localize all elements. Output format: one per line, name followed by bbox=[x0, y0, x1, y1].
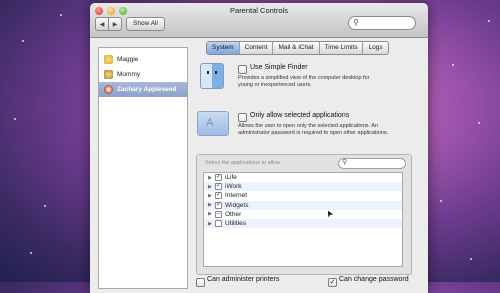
avatar bbox=[104, 70, 113, 79]
app-search-input[interactable]: ⚲ bbox=[338, 158, 406, 169]
disclosure-triangle-icon[interactable]: ▶ bbox=[206, 193, 214, 199]
disclosure-triangle-icon[interactable]: ▶ bbox=[206, 202, 214, 208]
only-allow-checkbox[interactable] bbox=[238, 113, 247, 122]
forward-icon[interactable]: ▶ bbox=[109, 17, 122, 31]
avatar bbox=[104, 55, 113, 64]
app-checkbox[interactable] bbox=[215, 220, 222, 228]
tab-mail-ichat[interactable]: Mail & iChat bbox=[272, 42, 318, 54]
application-list: ▶ ✓ iLife ▶ ✓ iWork ▶ ✓ Internet ▶ ✓ Wid… bbox=[203, 172, 403, 267]
user-name: Mommy bbox=[117, 71, 141, 78]
app-label: Widgets bbox=[225, 201, 249, 209]
disclosure-triangle-icon[interactable]: ▶ bbox=[206, 175, 214, 181]
app-checkbox[interactable]: ✓ bbox=[215, 192, 222, 200]
list-item[interactable]: ▶ ✓ Widgets bbox=[204, 200, 402, 210]
only-allow-label: Only allow selected applications bbox=[250, 112, 350, 119]
tab-bar: System Content Mail & iChat Time Limits … bbox=[206, 41, 389, 55]
title-bar: Parental Controls ◀ ▶ Show All ⚲ bbox=[90, 3, 428, 38]
tab-logs[interactable]: Logs bbox=[362, 42, 387, 54]
tab-content[interactable]: Content bbox=[238, 42, 273, 54]
tab-time-limits[interactable]: Time Limits bbox=[318, 42, 363, 54]
app-label: iLife bbox=[225, 174, 237, 182]
application-selector: Select the applications to allow ⚲ ▶ ✓ i… bbox=[196, 154, 412, 275]
app-checkbox[interactable]: ✓ bbox=[215, 201, 222, 209]
back-icon[interactable]: ◀ bbox=[95, 17, 109, 31]
list-item[interactable]: ▶ ✓ iWork bbox=[204, 182, 402, 192]
description-line: Provides a simplified view of the comput… bbox=[238, 75, 370, 81]
user-item-maggie[interactable]: Maggie bbox=[99, 52, 187, 67]
list-item[interactable]: ▶ – Other bbox=[204, 210, 402, 219]
list-item[interactable]: ▶ ✓ iLife bbox=[204, 173, 402, 182]
app-label: Internet bbox=[225, 192, 248, 200]
user-item-zachary[interactable]: Zachary Appleseed bbox=[99, 82, 187, 97]
window-title: Parental Controls bbox=[230, 6, 288, 15]
user-item-mommy[interactable]: Mommy bbox=[99, 67, 187, 82]
back-forward-group: ◀ ▶ bbox=[95, 17, 122, 31]
description-line: administrator password is required to op… bbox=[238, 130, 389, 136]
tab-system[interactable]: System bbox=[207, 42, 239, 54]
show-all-button[interactable]: Show All bbox=[126, 17, 165, 31]
disclosure-triangle-icon[interactable]: ▶ bbox=[206, 211, 214, 217]
app-select-prompt: Select the applications to allow bbox=[205, 160, 281, 166]
description-line: young or inexperienced users. bbox=[238, 82, 312, 88]
description-line: Allows the user to open only the selecte… bbox=[238, 123, 379, 129]
app-checkbox[interactable]: – bbox=[215, 210, 222, 218]
change-password-checkbox[interactable]: ✓ bbox=[328, 278, 337, 287]
app-label: Utilities bbox=[225, 220, 246, 228]
app-label: iWork bbox=[225, 183, 242, 191]
simple-finder-description: Provides a simplified view of the comput… bbox=[238, 75, 369, 89]
search-input[interactable]: ⚲ bbox=[348, 16, 416, 30]
list-item[interactable]: ▶ Utilities bbox=[204, 218, 402, 229]
disclosure-triangle-icon[interactable]: ▶ bbox=[206, 184, 214, 190]
administer-printers-checkbox[interactable] bbox=[196, 278, 205, 287]
only-allow-description: Allows the user to open only the selecte… bbox=[238, 123, 388, 137]
avatar bbox=[104, 85, 113, 94]
app-checkbox[interactable]: ✓ bbox=[215, 174, 222, 182]
finder-icon bbox=[200, 63, 224, 89]
disclosure-triangle-icon[interactable]: ▶ bbox=[206, 221, 214, 227]
user-name: Maggie bbox=[117, 56, 139, 63]
user-list: Maggie Mommy Zachary Appleseed bbox=[98, 47, 188, 289]
app-label: Other bbox=[225, 210, 242, 218]
list-item[interactable]: ▶ ✓ Internet bbox=[204, 191, 402, 200]
simple-finder-label: Use Simple Finder bbox=[250, 64, 308, 71]
search-icon: ⚲ bbox=[353, 18, 359, 27]
simple-finder-checkbox[interactable] bbox=[238, 65, 247, 74]
parental-controls-window: Parental Controls ◀ ▶ Show All ⚲ Maggie … bbox=[90, 3, 428, 293]
app-checkbox[interactable]: ✓ bbox=[215, 183, 222, 191]
search-icon: ⚲ bbox=[342, 159, 348, 166]
user-name: Zachary Appleseed bbox=[117, 86, 177, 93]
applications-folder-icon: A bbox=[197, 111, 229, 136]
